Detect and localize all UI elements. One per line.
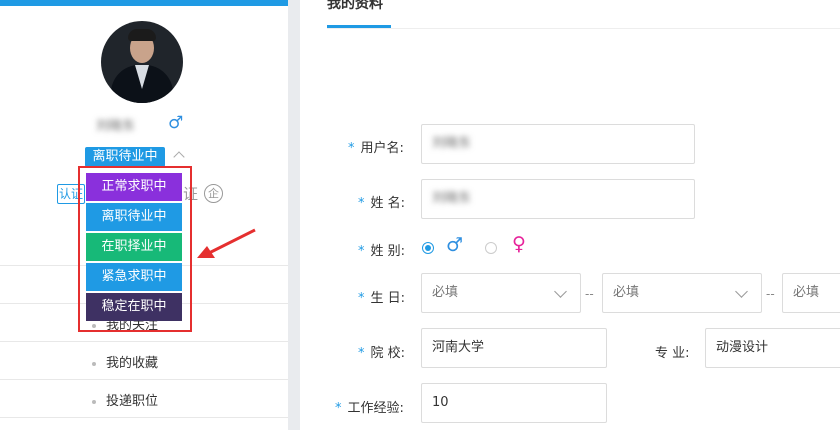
status-option-resigned[interactable]: 离职待业中: [86, 203, 182, 231]
job-status-badge[interactable]: 离职待业中: [85, 147, 165, 167]
divider: [0, 341, 288, 342]
username-field[interactable]: 刘晓东: [421, 124, 695, 164]
sidebar-top-accent: [0, 0, 288, 6]
username-label: * 用户名:: [348, 141, 404, 156]
status-option-employed-seeking[interactable]: 在职择业中: [86, 233, 182, 261]
annotation-arrow-icon: [197, 228, 256, 258]
birth-month-select[interactable]: 必填: [602, 273, 762, 313]
bullet-icon: [92, 361, 96, 366]
male-icon: ♂: [168, 113, 184, 133]
birthday-label: * 生 日:: [358, 291, 406, 306]
sidebar-username: 刘晓东: [96, 119, 136, 134]
major-field[interactable]: 动漫设计: [705, 328, 840, 368]
chevron-down-icon: [735, 285, 748, 298]
chevron-down-icon: [554, 285, 567, 298]
date-separator: --: [766, 287, 775, 301]
school-label: * 院 校:: [358, 346, 406, 361]
gender-label: * 姓 别:: [358, 244, 406, 259]
sidebar-item-label: 投递职位: [106, 394, 159, 409]
experience-label: * 工作经验:: [335, 401, 404, 416]
male-icon: ♂: [446, 234, 464, 256]
bullet-icon: [92, 399, 96, 404]
avatar[interactable]: [101, 21, 183, 103]
gender-female-radio[interactable]: [485, 242, 497, 254]
sidebar-item-applied-jobs[interactable]: 投递职位: [92, 390, 158, 409]
status-option-normal[interactable]: 正常求职中: [86, 173, 182, 201]
header-divider: [327, 28, 840, 29]
sidebar-item-favorites[interactable]: 我的收藏: [92, 352, 158, 371]
status-option-stable[interactable]: 稳定在职中: [86, 293, 182, 321]
experience-field[interactable]: 10: [421, 383, 607, 423]
page-title[interactable]: 我的资料: [327, 0, 383, 13]
name-field[interactable]: 刘晓东: [421, 179, 695, 219]
major-label: 专 业:: [655, 346, 690, 361]
birth-day-select[interactable]: 必填: [782, 273, 840, 313]
birth-year-select[interactable]: 必填: [421, 273, 581, 313]
school-field[interactable]: 河南大学: [421, 328, 607, 368]
enterprise-icon: 企: [204, 184, 223, 203]
divider: [0, 379, 288, 380]
gender-male-radio[interactable]: [422, 242, 434, 254]
female-icon: ♀: [512, 233, 526, 255]
status-option-urgent[interactable]: 紧急求职中: [86, 263, 182, 291]
date-separator: --: [585, 287, 594, 301]
name-label: * 姓 名:: [358, 196, 406, 211]
divider: [0, 417, 288, 418]
sidebar-item-label: 我的收藏: [106, 356, 159, 371]
